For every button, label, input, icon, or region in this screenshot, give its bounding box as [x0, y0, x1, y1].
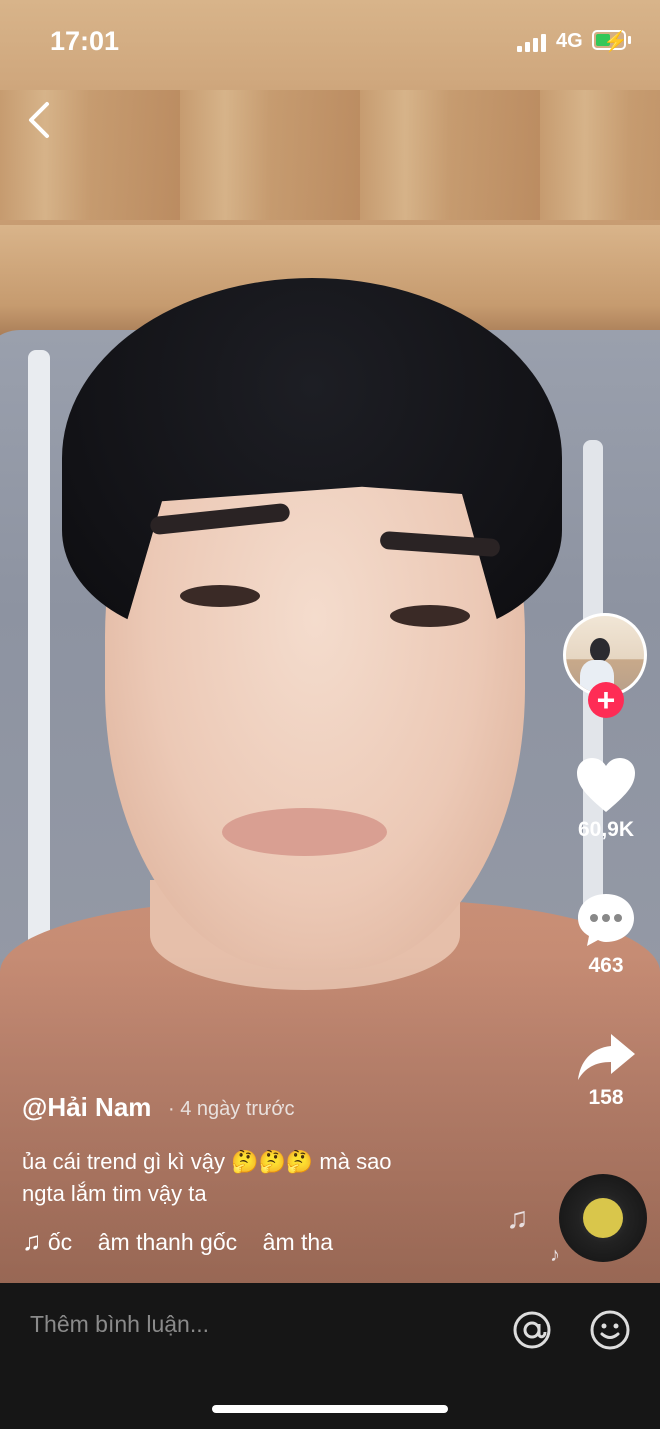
music-ticker[interactable]: ♫ ốc âm thanh gốc âm tha [22, 1226, 333, 1257]
comment-input[interactable]: Thêm bình luận... [30, 1311, 209, 1338]
share-icon [578, 1034, 635, 1080]
music-note-icon: ♫ [22, 1226, 42, 1256]
carved-wood-band [0, 90, 660, 220]
mouth [222, 808, 387, 856]
emoji-icon[interactable] [589, 1309, 631, 1351]
follow-plus-button[interactable]: + [588, 682, 624, 718]
at-icon[interactable] [512, 1310, 552, 1350]
disc-cover [583, 1198, 623, 1238]
status-bar: 17:01 4G ⚡ [0, 0, 660, 84]
comment-bar: Thêm bình luận... [0, 1283, 660, 1429]
caption-line-1: ủa cái trend gì kì vậy 🤔🤔🤔 mà sao [22, 1149, 392, 1174]
caption-line-2: ngta lắm tim vậy ta [22, 1181, 207, 1206]
creator-username[interactable]: @Hải Nam [22, 1092, 151, 1123]
eye-right [390, 605, 470, 627]
like-button[interactable]: 60,9K [566, 756, 646, 842]
signal-icon [517, 32, 547, 52]
post-caption: ủa cái trend gì kì vậy 🤔🤔🤔 mà sao ngta l… [22, 1146, 492, 1210]
music-title: ốc âm thanh gốc âm tha [47, 1229, 333, 1255]
like-count: 60,9K [577, 818, 635, 841]
music-note-icon: ♫ [506, 1202, 529, 1235]
eye-left [180, 585, 260, 607]
charging-bolt-icon: ⚡ [603, 31, 628, 53]
post-time-ago: · 4 ngày trước [168, 1098, 295, 1120]
back-chevron-icon[interactable] [25, 100, 65, 140]
battery-cap [628, 36, 631, 44]
network-label: 4G [556, 30, 583, 52]
share-button[interactable]: 158 [566, 1030, 646, 1110]
comment-icon [578, 894, 634, 946]
avatar-head [590, 638, 610, 662]
status-time: 17:01 [50, 26, 120, 56]
comment-count: 463 [588, 954, 624, 977]
music-disc[interactable] [559, 1174, 647, 1262]
pillow-stripe-left [28, 350, 50, 990]
heart-icon [577, 758, 635, 812]
music-note-small-icon: ♪ [550, 1244, 560, 1266]
home-indicator [212, 1405, 448, 1413]
tiktok-video-screen: 17:01 4G ⚡ + 60,9K 463 158 ♫ ♪ @Hải Nam … [0, 0, 660, 1429]
share-count: 158 [588, 1086, 624, 1109]
video-player[interactable] [0, 0, 660, 1283]
comment-button[interactable]: 463 [566, 890, 646, 978]
